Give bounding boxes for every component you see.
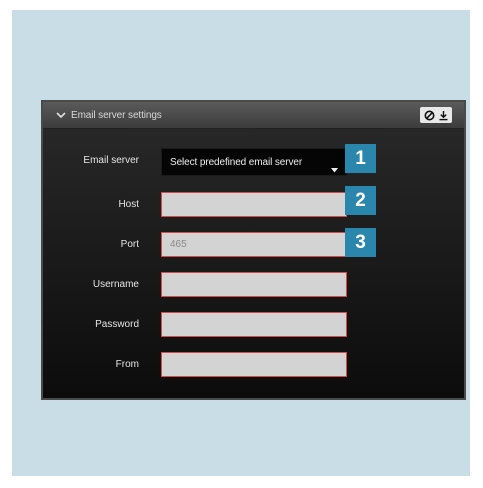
from-label: From xyxy=(115,359,139,370)
download-icon[interactable] xyxy=(437,109,449,121)
host-label: Host xyxy=(118,199,139,210)
email-server-label: Email server xyxy=(83,155,139,166)
port-label: Port xyxy=(120,239,139,250)
email-server-settings-panel: Email server settings Email server Selec… xyxy=(41,100,466,400)
email-server-select-value: Select predefined email server xyxy=(170,156,303,168)
from-input[interactable] xyxy=(161,352,347,377)
email-server-select[interactable]: Select predefined email server xyxy=(161,148,347,176)
callout-badge-3: 3 xyxy=(345,228,376,257)
host-input[interactable] xyxy=(161,192,347,217)
chevron-down-icon[interactable] xyxy=(55,109,67,121)
password-label: Password xyxy=(95,319,139,330)
username-input[interactable] xyxy=(161,272,347,297)
clear-icon[interactable] xyxy=(423,109,435,121)
caret-down-icon xyxy=(331,160,338,178)
callout-badge-2: 2 xyxy=(345,186,376,215)
username-label: Username xyxy=(92,279,139,290)
port-input[interactable] xyxy=(161,232,347,257)
panel-header[interactable]: Email server settings xyxy=(43,102,464,129)
password-input[interactable] xyxy=(161,312,347,337)
panel-toolbar xyxy=(420,107,452,123)
callout-badge-1: 1 xyxy=(345,144,376,173)
panel-title: Email server settings xyxy=(71,109,162,121)
